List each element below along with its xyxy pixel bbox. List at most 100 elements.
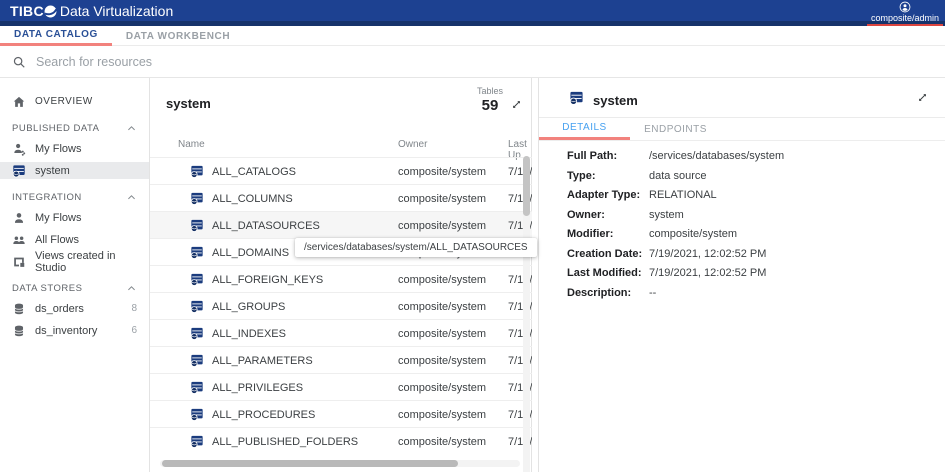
field-label: Description: — [567, 288, 649, 299]
field-row-adapter-type: Adapter Type: RELATIONAL — [567, 190, 945, 201]
table-row[interactable]: ALL_COLUMNS composite/system 7/19/ — [150, 184, 532, 211]
user-name: composite/admin — [871, 13, 939, 23]
cell-owner: composite/system — [398, 274, 486, 286]
chevron-up-icon — [126, 283, 137, 294]
table-icon — [190, 165, 204, 178]
cell-name: ALL_PRIVILEGES — [212, 382, 303, 394]
chevron-up-icon — [126, 192, 137, 203]
full-path-tooltip: /services/databases/system/ALL_DATASOURC… — [295, 238, 537, 257]
sidebar-section-published-data[interactable]: PUBLISHED DATA — [0, 121, 149, 135]
cell-name: ALL_DATASOURCES — [212, 220, 320, 232]
field-value: system — [649, 210, 684, 221]
table-row[interactable]: ALL_CATALOGS composite/system 7/19/ — [150, 157, 532, 184]
table-row-selected[interactable]: ALL_DATASOURCES composite/system 7/19/ — [150, 211, 532, 238]
sidebar-section-integration[interactable]: INTEGRATION — [0, 190, 149, 204]
vertical-scrollbar-thumb[interactable] — [523, 156, 530, 216]
table-header-row: Name Owner Last Up — [150, 133, 531, 157]
cell-name: ALL_PARAMETERS — [212, 355, 313, 367]
table-icon — [190, 435, 204, 448]
cell-owner: composite/system — [398, 193, 486, 205]
horizontal-scrollbar[interactable] — [160, 460, 520, 467]
sidebar-item-label: My Flows — [35, 143, 81, 155]
sidebar-item-views-created-in-studio[interactable]: Views created in Studio — [0, 253, 149, 270]
tables-count-value: 59 — [477, 97, 503, 114]
database-icon — [12, 324, 26, 338]
cell-name: ALL_PUBLISHED_FOLDERS — [212, 436, 358, 448]
tab-endpoints[interactable]: ENDPOINTS — [630, 118, 721, 140]
cell-name: ALL_PROCEDURES — [212, 409, 315, 421]
person-icon — [12, 211, 26, 225]
table-row[interactable]: ALL_PUBLISHED_FOLDERS composite/system 7… — [150, 427, 532, 454]
sidebar-item-label: All Flows — [35, 234, 79, 246]
tab-data-catalog[interactable]: DATA CATALOG — [0, 26, 112, 46]
sidebar-section-data-stores[interactable]: DATA STORES — [0, 281, 149, 295]
column-header-owner[interactable]: Owner — [398, 139, 427, 150]
datasource-icon — [12, 164, 26, 178]
brand-product-text: Data Virtualization — [60, 3, 173, 19]
table-row[interactable]: ALL_PARAMETERS composite/system 7/19/ — [150, 346, 532, 373]
table-icon — [190, 192, 204, 205]
field-row-full-path: Full Path: /services/databases/system — [567, 151, 945, 162]
tab-data-workbench[interactable]: DATA WORKBENCH — [112, 26, 244, 46]
cell-owner: composite/system — [398, 382, 486, 394]
table-row[interactable]: ALL_GROUPS composite/system 7/19/ — [150, 292, 532, 319]
tab-data-catalog-label: DATA CATALOG — [14, 29, 98, 40]
sidebar-item-integration-my-flows[interactable]: My Flows — [0, 209, 149, 226]
table-icon — [190, 327, 204, 340]
sidebar-item-ds-inventory[interactable]: ds_inventory 6 — [0, 322, 149, 339]
field-row-last-modified: Last Modified: 7/19/2021, 12:02:52 PM — [567, 268, 945, 279]
field-label: Modifier: — [567, 229, 649, 240]
item-count-badge: 6 — [131, 325, 137, 336]
cell-name: ALL_COLUMNS — [212, 193, 293, 205]
field-row-type: Type: data source — [567, 171, 945, 182]
tab-details[interactable]: DETAILS — [539, 118, 630, 140]
sidebar-item-published-my-flows[interactable]: My Flows — [0, 140, 149, 157]
expand-details-icon[interactable] — [916, 91, 929, 104]
details-tabbar: DETAILS ENDPOINTS — [539, 118, 945, 141]
app-header: TIBCData Virtualization composite/admin — [0, 0, 945, 26]
field-label: Adapter Type: — [567, 190, 649, 201]
vertical-scrollbar[interactable] — [523, 156, 530, 472]
field-value: 7/19/2021, 12:02:52 PM — [649, 268, 766, 279]
table-icon — [190, 300, 204, 313]
section-label: INTEGRATION — [12, 192, 82, 203]
details-title: system — [593, 93, 638, 108]
item-count-badge: 8 — [131, 303, 137, 314]
sidebar: OVERVIEW PUBLISHED DATA My Flows system … — [0, 78, 150, 472]
user-menu[interactable]: composite/admin — [867, 0, 943, 26]
expand-panel-icon[interactable] — [510, 98, 523, 111]
sidebar-item-overview[interactable]: OVERVIEW — [0, 93, 149, 110]
user-avatar-icon — [899, 1, 911, 13]
cell-owner: composite/system — [398, 409, 486, 421]
tab-details-label: DETAILS — [562, 122, 606, 133]
search-input[interactable] — [36, 55, 736, 69]
views-studio-icon — [12, 255, 26, 269]
table-row[interactable]: ALL_INDEXES composite/system 7/19/ — [150, 319, 532, 346]
table-icon — [190, 408, 204, 421]
sidebar-item-system[interactable]: system — [0, 162, 149, 179]
column-header-name[interactable]: Name — [178, 139, 205, 150]
primary-tabbar: DATA CATALOG DATA WORKBENCH — [0, 26, 945, 46]
datasource-icon — [569, 91, 584, 105]
tables-count-label: Tables — [477, 86, 503, 96]
resource-table-panel: system Tables 59 Name Owner Last Up ALL_… — [150, 78, 532, 472]
field-row-creation-date: Creation Date: 7/19/2021, 12:02:52 PM — [567, 249, 945, 260]
table-row[interactable]: ALL_PRIVILEGES composite/system 7/19/ — [150, 373, 532, 400]
field-label: Last Modified: — [567, 268, 649, 279]
field-row-modifier: Modifier: composite/system — [567, 229, 945, 240]
content-area: OVERVIEW PUBLISHED DATA My Flows system … — [0, 78, 945, 472]
sidebar-item-all-flows[interactable]: All Flows — [0, 231, 149, 248]
tibco-sphere-icon — [44, 5, 57, 18]
field-value: /services/databases/system — [649, 151, 784, 162]
home-icon — [12, 95, 26, 109]
table-row[interactable]: ALL_FOREIGN_KEYS composite/system 7/19/ — [150, 265, 532, 292]
app-window: TIBCData Virtualization composite/admin … — [0, 0, 945, 472]
field-label: Creation Date: — [567, 249, 649, 260]
cell-owner: composite/system — [398, 355, 486, 367]
horizontal-scrollbar-thumb[interactable] — [162, 460, 458, 467]
sidebar-item-ds-orders[interactable]: ds_orders 8 — [0, 300, 149, 317]
sidebar-item-label: OVERVIEW — [35, 96, 93, 107]
database-icon — [12, 302, 26, 316]
table-row[interactable]: ALL_PROCEDURES composite/system 7/19/ — [150, 400, 532, 427]
tables-count-widget: Tables 59 — [477, 86, 503, 114]
